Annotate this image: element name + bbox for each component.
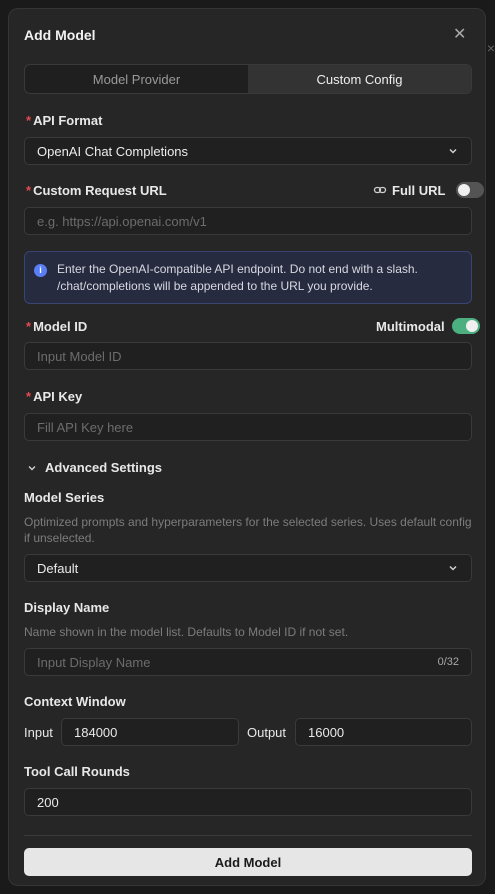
full-url-label: Full URL — [392, 182, 446, 198]
model-series-value: Default — [37, 560, 79, 576]
model-series-label: Model Series — [24, 490, 105, 505]
link-icon — [373, 186, 387, 194]
toggle-knob — [465, 320, 478, 332]
backdrop-close-icon: × — [486, 40, 495, 56]
display-name-field: 0/32 — [24, 648, 472, 676]
tab-custom-config[interactable]: Custom Config — [248, 65, 471, 93]
config-tabs: Model Provider Custom Config — [24, 64, 472, 94]
api-key-field — [24, 413, 472, 441]
input-tokens-label: Input — [24, 725, 53, 740]
required-marker: * — [26, 319, 32, 334]
full-url-control: Full URL — [373, 182, 485, 198]
multimodal-toggle[interactable] — [451, 318, 480, 334]
multimodal-control: Multimodal — [376, 318, 480, 334]
model-series-help: Optimized prompts and hyperparameters fo… — [24, 515, 472, 545]
input-tokens-input[interactable] — [74, 724, 226, 740]
advanced-settings-toggle[interactable]: Advanced Settings — [27, 460, 162, 475]
add-model-button[interactable]: Add Model — [24, 848, 472, 876]
api-key-label: * API Key — [26, 389, 83, 404]
input-tokens-field — [61, 718, 239, 746]
display-name-counter: 0/32 — [437, 656, 459, 668]
add-model-dialog: Add Model ✕ Model Provider Custom Config… — [8, 8, 486, 886]
info-icon: i — [34, 264, 47, 277]
tab-model-provider[interactable]: Model Provider — [25, 65, 248, 93]
required-marker: * — [26, 183, 32, 198]
model-series-select[interactable]: Default — [24, 554, 472, 582]
context-window-label: Context Window — [24, 694, 126, 709]
api-format-value: OpenAI Chat Completions — [37, 143, 189, 159]
required-marker: * — [26, 389, 32, 404]
full-url-toggle[interactable] — [456, 182, 485, 198]
tool-call-rounds-field — [24, 788, 472, 816]
info-text: Enter the OpenAI-compatible API endpoint… — [57, 262, 418, 293]
footer-divider — [24, 835, 472, 836]
display-name-label: Display Name — [24, 600, 110, 615]
custom-url-input[interactable] — [37, 213, 459, 229]
chevron-down-icon — [449, 565, 457, 571]
model-id-label: * Model ID — [26, 319, 88, 334]
toggle-knob — [458, 184, 471, 196]
api-format-select[interactable]: OpenAI Chat Completions — [24, 137, 472, 165]
display-name-help: Name shown in the model list. Defaults t… — [24, 625, 349, 639]
tool-call-rounds-label: Tool Call Rounds — [24, 764, 130, 779]
info-banner: i Enter the OpenAI-compatible API endpoi… — [24, 251, 472, 304]
output-tokens-label: Output — [247, 725, 287, 740]
chevron-down-icon — [449, 148, 457, 154]
close-icon[interactable]: ✕ — [453, 26, 466, 44]
model-id-field — [24, 342, 472, 370]
custom-url-label: * Custom Request URL — [26, 183, 167, 198]
chevron-down-icon — [28, 465, 36, 470]
custom-url-field — [24, 207, 472, 235]
model-id-input[interactable] — [37, 348, 459, 364]
display-name-input[interactable] — [37, 654, 438, 670]
api-key-input[interactable] — [37, 419, 459, 435]
multimodal-label: Multimodal — [376, 318, 445, 334]
output-tokens-input[interactable] — [308, 724, 459, 740]
api-format-label: * API Format — [26, 113, 103, 128]
dialog-title: Add Model — [24, 27, 96, 43]
required-marker: * — [26, 113, 32, 128]
tool-call-rounds-input[interactable] — [37, 794, 459, 810]
advanced-settings-label: Advanced Settings — [45, 460, 163, 475]
output-tokens-field — [295, 718, 472, 746]
